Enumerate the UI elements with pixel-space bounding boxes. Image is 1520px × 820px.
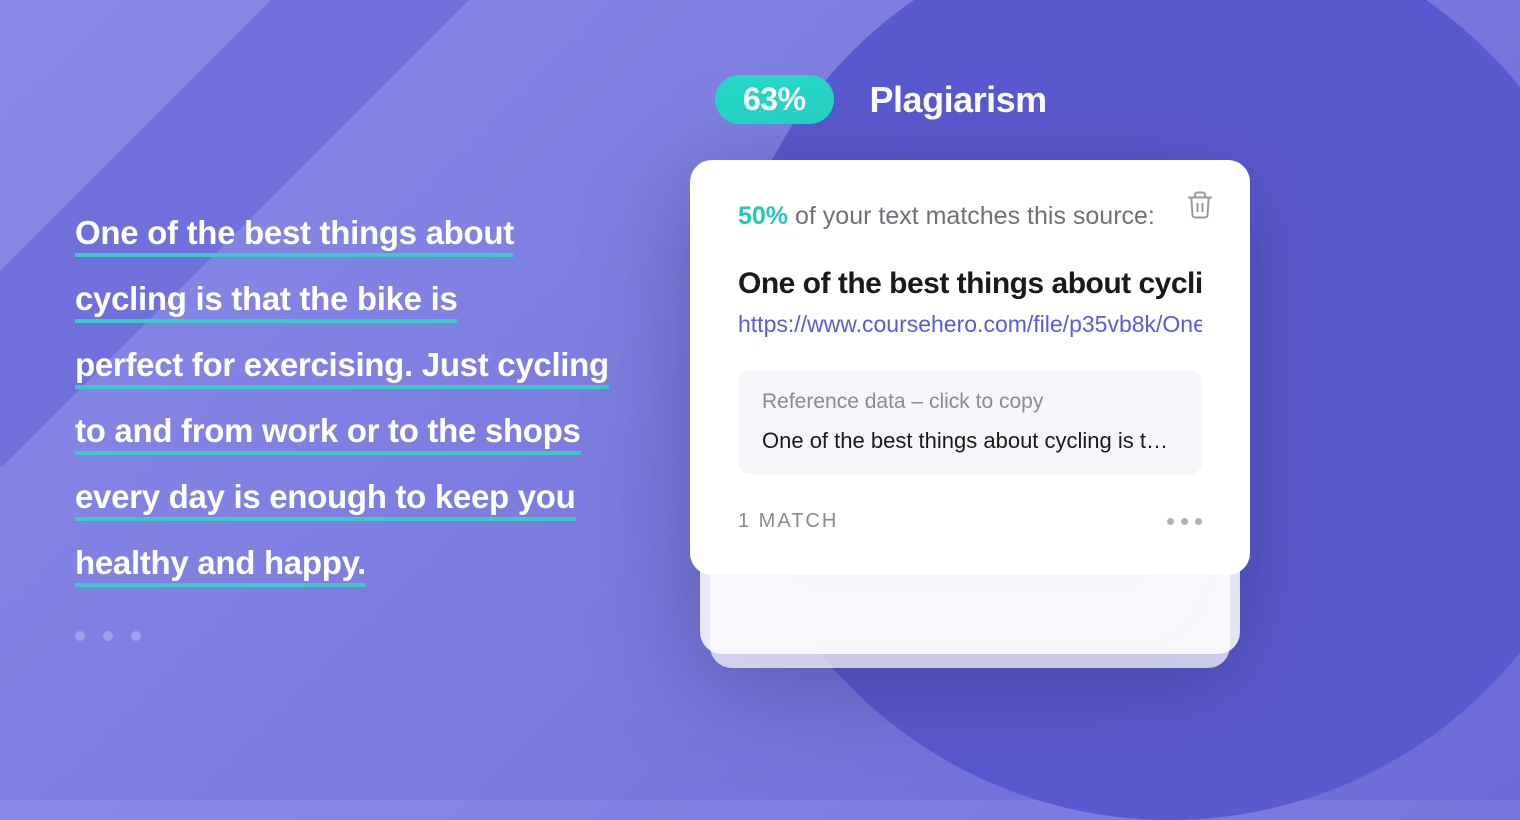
sample-line: to and from work or to the shops bbox=[75, 412, 581, 455]
dot bbox=[131, 631, 141, 641]
more-icon bbox=[1195, 518, 1202, 525]
more-icon bbox=[1181, 518, 1188, 525]
match-summary-text: of your text matches this source: bbox=[788, 202, 1155, 230]
match-count-label: 1 MATCH bbox=[738, 510, 838, 533]
result-header: 63% Plagiarism bbox=[690, 75, 1520, 124]
reference-label: Reference data – click to copy bbox=[762, 390, 1178, 414]
result-title: Plagiarism bbox=[870, 79, 1047, 121]
dot bbox=[103, 631, 113, 641]
reference-preview-text: One of the best things about cycling is … bbox=[762, 428, 1178, 454]
card-footer: 1 MATCH bbox=[738, 510, 1202, 533]
reference-copy-box[interactable]: Reference data – click to copy One of th… bbox=[738, 370, 1202, 474]
source-url-link[interactable]: https://www.coursehero.com/file/p35vb8k/… bbox=[738, 311, 1202, 338]
sample-line: perfect for exercising. Just cycling bbox=[75, 346, 609, 389]
sample-line: cycling is that the bike is bbox=[75, 280, 458, 323]
dot bbox=[75, 631, 85, 641]
trash-icon bbox=[1185, 190, 1215, 220]
source-match-card: 50% of your text matches this source: On… bbox=[690, 160, 1250, 575]
sample-line: One of the best things about bbox=[75, 214, 514, 257]
match-percent-value: 50% bbox=[738, 202, 788, 230]
source-card-stack: 50% of your text matches this source: On… bbox=[690, 160, 1250, 575]
pagination-dots bbox=[75, 631, 640, 641]
underlined-sample-text: One of the best things about cycling is … bbox=[75, 200, 640, 596]
sample-line: healthy and happy. bbox=[75, 544, 366, 587]
sample-text-pane: One of the best things about cycling is … bbox=[0, 0, 660, 800]
main-container: One of the best things about cycling is … bbox=[0, 0, 1520, 800]
plagiarism-percent-badge: 63% bbox=[715, 75, 834, 124]
sample-line: every day is enough to keep you bbox=[75, 478, 576, 521]
delete-button[interactable] bbox=[1185, 190, 1215, 225]
source-snippet-title: One of the best things about cycling is bbox=[738, 267, 1202, 301]
match-summary: 50% of your text matches this source: bbox=[738, 202, 1202, 231]
more-icon bbox=[1167, 518, 1174, 525]
more-options-button[interactable] bbox=[1167, 518, 1202, 525]
result-pane: 63% Plagiarism 50% of your text matches … bbox=[660, 0, 1520, 800]
